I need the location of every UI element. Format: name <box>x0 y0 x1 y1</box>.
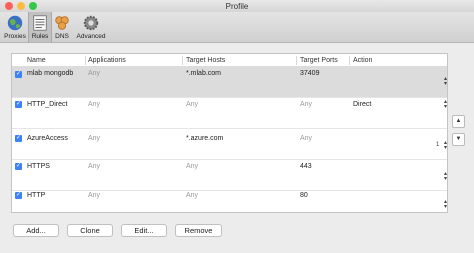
table-row[interactable]: ✓ HTTPS Any Any 443 ▴ ▾ <box>12 160 447 191</box>
rule-target-ports: 80 <box>300 192 308 199</box>
rule-target-hosts: Any <box>186 163 199 170</box>
chevron-updown-icon[interactable]: ▴ ▾ <box>444 76 447 87</box>
column-header-applications[interactable]: Applications <box>88 57 126 64</box>
dns-icon <box>55 16 69 30</box>
table-row[interactable]: ✓ mlab mongodb Any *.mlab.com 37409 ▴ ▾ <box>12 67 447 98</box>
remove-button[interactable]: Remove <box>175 224 222 237</box>
rule-target-hosts: Any <box>186 101 199 108</box>
column-header-target-ports[interactable]: Target Ports <box>300 57 338 64</box>
toolbar-item-advanced[interactable]: Advanced <box>74 12 108 42</box>
rule-action[interactable]: Direct <box>353 101 371 108</box>
add-button[interactable]: Add... <box>13 224 59 237</box>
toolbar-label: DNS <box>55 33 69 40</box>
chevron-updown-icon[interactable]: ▴ ▾ <box>444 199 447 210</box>
move-down-button[interactable]: ▼ <box>452 133 465 146</box>
toolbar-item-rules[interactable]: Rules <box>28 12 52 42</box>
table-row[interactable]: ✓ HTTP Any Any 80 ▴ ▾ <box>12 189 447 212</box>
rule-target-hosts: Any <box>186 192 199 199</box>
title-bar: Profile <box>0 0 474 12</box>
rule-applications: Any <box>88 192 101 199</box>
chevron-updown-icon[interactable]: ▴ ▾ <box>444 140 447 151</box>
rule-target-hosts: *.mlab.com <box>186 70 222 77</box>
rule-applications: Any <box>88 135 101 142</box>
toolbar-label: Proxies <box>4 33 26 40</box>
rule-name: HTTP_Direct <box>27 101 68 108</box>
row-stepper-value[interactable]: 1 <box>436 142 439 148</box>
table-row[interactable]: ✓ AzureAccess Any *.azure.com Any 1 ▴ ▾ <box>12 129 447 160</box>
column-header-target-hosts[interactable]: Target Hosts <box>186 57 225 64</box>
toolbar: Proxies Rules DNS Advanced <box>0 12 474 43</box>
enabled-checkbox[interactable]: ✓ <box>15 163 22 170</box>
rule-name: HTTP <box>27 192 46 199</box>
edit-button[interactable]: Edit... <box>121 224 167 237</box>
rule-target-ports: Any <box>300 135 313 142</box>
table-header: Name Applications Target Hosts Target Po… <box>12 54 447 67</box>
rule-target-ports: Any <box>300 101 313 108</box>
rule-target-ports: 443 <box>300 163 312 170</box>
clone-button[interactable]: Clone <box>67 224 113 237</box>
rule-name: mlab mongodb <box>27 70 74 77</box>
rule-applications: Any <box>88 163 101 170</box>
toolbar-item-proxies[interactable]: Proxies <box>3 12 27 42</box>
globe-icon <box>7 15 23 31</box>
toolbar-item-dns[interactable]: DNS <box>51 12 73 42</box>
toolbar-label: Rules <box>31 33 49 40</box>
window-title: Profile <box>225 2 249 11</box>
enabled-checkbox[interactable]: ✓ <box>15 71 22 78</box>
toolbar-label: Advanced <box>76 33 106 40</box>
rule-target-ports: 37409 <box>300 70 320 77</box>
chevron-updown-icon[interactable]: ▴ ▾ <box>444 99 447 110</box>
enabled-checkbox[interactable]: ✓ <box>15 101 22 108</box>
move-up-button[interactable]: ▲ <box>452 115 465 128</box>
rule-name: AzureAccess <box>27 135 68 142</box>
rules-table: Name Applications Target Hosts Target Po… <box>11 53 448 213</box>
chevron-updown-icon[interactable]: ▴ ▾ <box>444 171 447 182</box>
rule-applications: Any <box>88 101 101 108</box>
enabled-checkbox[interactable]: ✓ <box>15 192 22 199</box>
enabled-checkbox[interactable]: ✓ <box>15 135 22 142</box>
rule-name: HTTPS <box>27 163 50 170</box>
rule-applications: Any <box>88 70 101 77</box>
column-header-name[interactable]: Name <box>27 57 46 64</box>
table-row[interactable]: ✓ HTTP_Direct Any Any Any Direct ▴ ▾ <box>12 98 447 129</box>
rules-icon <box>33 15 47 31</box>
gear-icon <box>83 15 99 31</box>
rule-target-hosts: *.azure.com <box>186 135 224 142</box>
column-header-action[interactable]: Action <box>353 57 372 64</box>
